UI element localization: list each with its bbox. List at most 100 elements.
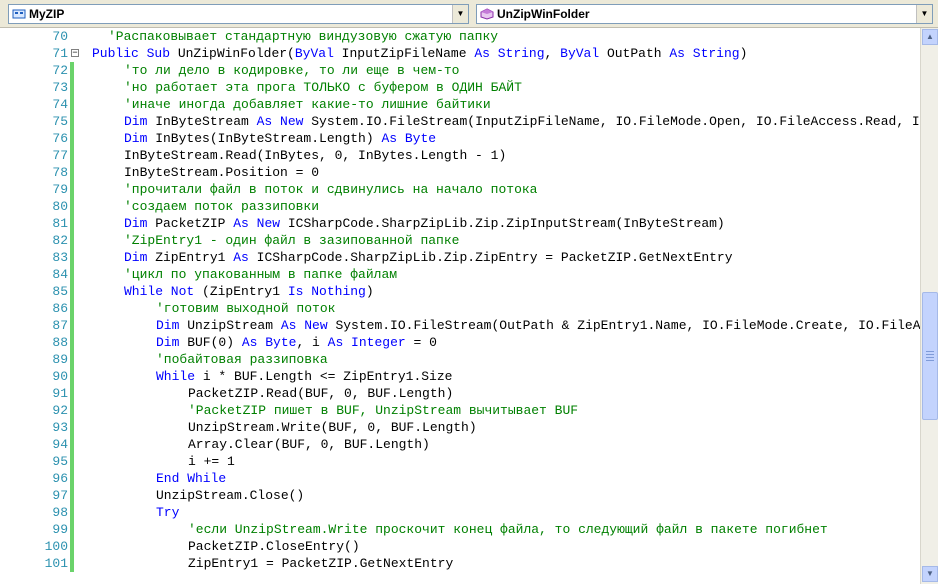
class-dropdown[interactable]: MyZIP ▼: [8, 4, 469, 24]
code-token: InputZipFileName: [333, 46, 475, 61]
code-line[interactable]: 77 InByteStream.Read(InBytes, 0, InBytes.…: [0, 147, 920, 164]
line-number: 86: [52, 301, 68, 316]
keyword-token: Public Sub: [92, 46, 178, 61]
code-line[interactable]: 83 Dim ZipEntry1 As ICSharpCode.SharpZipL…: [0, 249, 920, 266]
line-number: 76: [52, 131, 68, 146]
code-text: i += 1: [188, 453, 235, 470]
line-number: 84: [52, 267, 68, 282]
code-line[interactable]: 100 PacketZIP.CloseEntry(): [0, 538, 920, 555]
code-line[interactable]: 88 Dim BUF(0) As Byte, i As Integer = 0: [0, 334, 920, 351]
code-line[interactable]: 91 PacketZIP.Read(BUF, 0, BUF.Length): [0, 385, 920, 402]
keyword-token: Dim: [156, 335, 180, 350]
code-line[interactable]: 81 Dim PacketZIP As New ICSharpCode.Sharp…: [0, 215, 920, 232]
vertical-scrollbar[interactable]: ▲ ▼: [920, 28, 938, 584]
code-token: InBytes(InByteStream.Length): [147, 131, 382, 146]
code-line[interactable]: 96 End While: [0, 470, 920, 487]
code-token: System.IO.FileStream(OutPath & ZipEntry1…: [335, 318, 920, 333]
change-marker: [70, 79, 74, 96]
code-line[interactable]: 70 'Распаковывает стандартную виндузовую …: [0, 28, 920, 45]
code-line[interactable]: 85 While Not (ZipEntry1 Is Nothing): [0, 283, 920, 300]
change-marker: [70, 62, 74, 79]
scroll-up-button[interactable]: ▲: [922, 29, 938, 45]
code-token: ZipEntry1 = PacketZIP.GetNextEntry: [188, 556, 454, 571]
member-dropdown-value: UnZipWinFolder: [497, 7, 590, 21]
keyword-token: As New: [256, 114, 304, 129]
keyword-token: Is Nothing: [287, 284, 366, 299]
code-line[interactable]: 99 'если UnzipStream.Write проскочит коне…: [0, 521, 920, 538]
member-dropdown[interactable]: UnZipWinFolder ▼: [476, 4, 933, 24]
code-text: Dim ZipEntry1 As ICSharpCode.SharpZipLib…: [124, 249, 733, 266]
code-editor[interactable]: 70 'Распаковывает стандартную виндузовую …: [0, 28, 920, 584]
code-text: PacketZIP.CloseEntry(): [188, 538, 360, 555]
line-number: 71: [52, 46, 68, 61]
code-line[interactable]: 84 'цикл по упакованным в папке файлам: [0, 266, 920, 283]
scroll-thumb[interactable]: [922, 292, 938, 420]
navigation-bar: MyZIP ▼ UnZipWinFolder ▼: [0, 0, 938, 28]
code-line[interactable]: 92 'PacketZIP пишет в BUF, UnzipStream вы…: [0, 402, 920, 419]
line-number: 77: [52, 148, 68, 163]
code-line[interactable]: 101 ZipEntry1 = PacketZIP.GetNextEntry: [0, 555, 920, 572]
code-text: While Not (ZipEntry1 Is Nothing): [124, 283, 374, 300]
code-line[interactable]: 82 'ZipEntry1 - один файл в зазипованной …: [0, 232, 920, 249]
code-line[interactable]: 97 UnzipStream.Close(): [0, 487, 920, 504]
code-text: 'создаем поток раззиповки: [124, 198, 319, 215]
code-token: BUF(0): [179, 335, 242, 350]
line-number: 92: [52, 403, 68, 418]
code-line[interactable]: 72 'то ли дело в кодировке, то ли еще в ч…: [0, 62, 920, 79]
change-marker: [70, 351, 74, 368]
scroll-down-button[interactable]: ▼: [922, 566, 938, 582]
keyword-token: Dim: [124, 114, 148, 129]
line-number: 96: [52, 471, 68, 486]
line-number: 90: [52, 369, 68, 384]
line-number: 75: [52, 114, 68, 129]
code-line[interactable]: 87 Dim UnzipStream As New System.IO.FileS…: [0, 317, 920, 334]
code-token: i += 1: [188, 454, 235, 469]
keyword-token: As String: [669, 46, 740, 61]
code-line[interactable]: 75 Dim InByteStream As New System.IO.File…: [0, 113, 920, 130]
line-number: 88: [52, 335, 68, 350]
code-text: 'ZipEntry1 - один файл в зазипованной па…: [124, 232, 459, 249]
keyword-token: As New: [233, 216, 281, 231]
change-marker: [70, 317, 74, 334]
code-token: System.IO.FileStream(InputZipFileName, I…: [311, 114, 920, 129]
code-line[interactable]: 98 Try: [0, 504, 920, 521]
code-line[interactable]: 93 UnzipStream.Write(BUF, 0, BUF.Length): [0, 419, 920, 436]
code-line[interactable]: 90 While i * BUF.Length <= ZipEntry1.Size: [0, 368, 920, 385]
change-marker: [70, 538, 74, 555]
line-number: 89: [52, 352, 68, 367]
line-number: 72: [52, 63, 68, 78]
code-line[interactable]: 79 'прочитали файл в поток и сдвинулись н…: [0, 181, 920, 198]
code-line[interactable]: 71− Public Sub UnZipWinFolder(ByVal Input…: [0, 45, 920, 62]
code-line[interactable]: 76 Dim InBytes(InByteStream.Length) As By…: [0, 130, 920, 147]
change-marker: [70, 113, 74, 130]
change-marker: [70, 198, 74, 215]
code-line[interactable]: 86 'готовим выходной поток: [0, 300, 920, 317]
code-text: Dim BUF(0) As Byte, i As Integer = 0: [156, 334, 437, 351]
code-line[interactable]: 80 'создаем поток раззиповки: [0, 198, 920, 215]
code-token: OutPath: [599, 46, 670, 61]
code-text: Dim UnzipStream As New System.IO.FileStr…: [156, 317, 920, 334]
code-text: InByteStream.Read(InBytes, 0, InBytes.Le…: [124, 147, 506, 164]
code-text: End While: [156, 470, 226, 487]
change-marker: [70, 385, 74, 402]
keyword-token: Dim: [156, 318, 180, 333]
code-line[interactable]: 95 i += 1: [0, 453, 920, 470]
keyword-token: End While: [156, 471, 227, 486]
class-icon: [12, 9, 26, 19]
code-line[interactable]: 78 InByteStream.Position = 0: [0, 164, 920, 181]
code-text: 'цикл по упакованным в папке файлам: [124, 266, 397, 283]
change-marker: [70, 470, 74, 487]
code-line[interactable]: 94 Array.Clear(BUF, 0, BUF.Length): [0, 436, 920, 453]
code-text: UnzipStream.Close(): [156, 487, 304, 504]
keyword-token: Dim: [124, 131, 148, 146]
chevron-down-icon[interactable]: ▼: [916, 5, 932, 23]
line-number: 93: [52, 420, 68, 435]
code-token: InByteStream: [147, 114, 257, 129]
code-token: ICSharpCode.SharpZipLib.Zip.ZipEntry = P…: [248, 250, 733, 265]
code-line[interactable]: 89 'побайтовая раззиповка: [0, 351, 920, 368]
code-line[interactable]: 73 'но работает эта прога ТОЛЬКО с буферо…: [0, 79, 920, 96]
chevron-down-icon[interactable]: ▼: [452, 5, 468, 23]
line-number: 98: [52, 505, 68, 520]
code-line[interactable]: 74 'иначе иногда добавляет какие-то лишни…: [0, 96, 920, 113]
collapse-icon[interactable]: −: [71, 49, 79, 58]
